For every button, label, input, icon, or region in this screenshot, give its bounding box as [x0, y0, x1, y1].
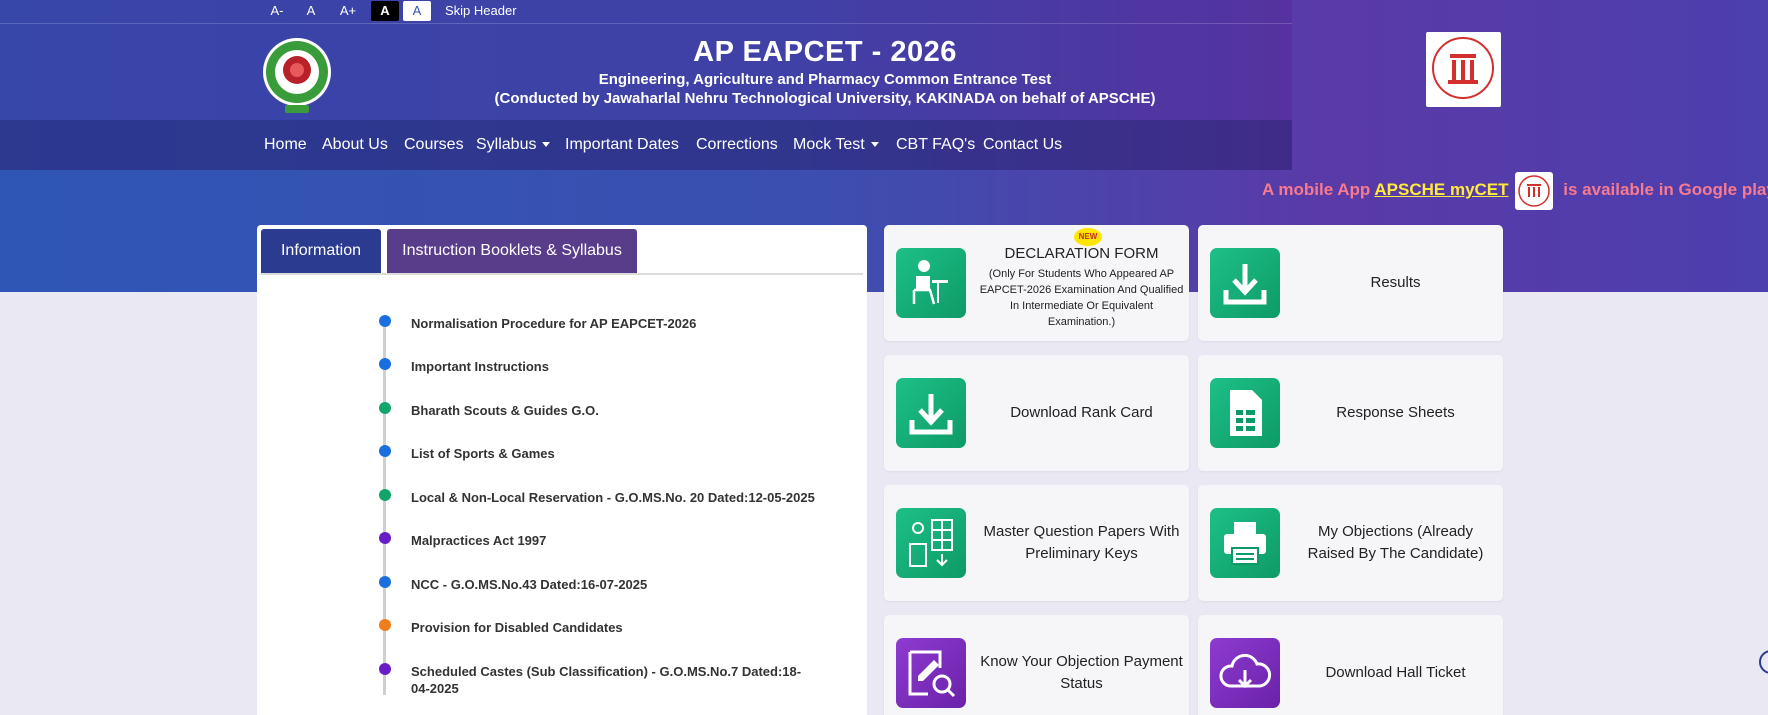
light-theme-button[interactable]: A [403, 1, 431, 21]
bullet-dot-icon [379, 663, 391, 675]
font-increase-button[interactable]: A+ [337, 1, 359, 21]
nav-corrections[interactable]: Corrections [696, 120, 778, 170]
nav-about-us[interactable]: About Us [322, 120, 388, 170]
hall-ticket-label: Download Hall Ticket [1325, 664, 1466, 681]
cloud-download-icon [1210, 638, 1280, 708]
spreadsheet-icon [1210, 378, 1280, 448]
nav-courses[interactable]: Courses [404, 120, 464, 170]
scroll-top-icon[interactable] [1759, 650, 1768, 674]
page-subtitle: Engineering, Agriculture and Pharmacy Co… [598, 71, 1052, 88]
my-objections-card[interactable]: My Objections (Already Raised By The Can… [1198, 485, 1503, 601]
bullet-dot-icon [379, 445, 391, 457]
list-item-label: Important Instructions [411, 359, 549, 374]
list-item-label: Normalisation Procedure for AP EAPCET-20… [411, 316, 697, 331]
student-desk-icon [896, 248, 966, 318]
tab-instruction-booklets[interactable]: Instruction Booklets & Syllabus [387, 229, 637, 273]
timeline-line [383, 320, 386, 695]
list-item-label: List of Sports & Games [411, 446, 555, 461]
download-icon [1210, 248, 1280, 318]
results-card[interactable]: Results [1198, 225, 1503, 341]
caret-down-icon [870, 142, 879, 148]
nav-mock-test[interactable]: Mock Test [793, 120, 879, 170]
list-item-label: Scheduled Castes (Sub Classification) - … [411, 664, 802, 696]
caret-down-icon [542, 142, 551, 148]
nav-syllabus-label: Syllabus [476, 136, 537, 153]
tab-divider [261, 273, 863, 275]
conducted-by-text: (Conducted by Jawaharlal Nehru Technolog… [494, 90, 1156, 107]
nav-cbt-faqs[interactable]: CBT FAQ's [896, 120, 975, 170]
page-title: AP EAPCET - 2026 [693, 36, 957, 68]
nav-home[interactable]: Home [264, 120, 307, 170]
font-normal-button[interactable]: A [304, 1, 318, 21]
bullet-dot-icon [379, 489, 391, 501]
rank-card-label: Download Rank Card [1010, 404, 1153, 421]
results-label: Results [1370, 274, 1421, 291]
response-sheets-card[interactable]: Response Sheets [1198, 355, 1503, 471]
marquee-suffix: is available in Google play s [1558, 180, 1768, 199]
apsche-logo-icon [1426, 32, 1501, 107]
main-navbar: Home About Us Courses Syllabus Important… [0, 120, 1292, 170]
font-decrease-button[interactable]: A- [268, 1, 286, 21]
announcement-marquee: A mobile App APSCHE myCET is available i… [1262, 170, 1768, 212]
declaration-form-card[interactable]: NEW DECLARATION FORM (Only For Students … [884, 225, 1189, 341]
information-panel: Information Instruction Booklets & Sylla… [257, 225, 867, 715]
answer-key-icon [896, 508, 966, 578]
bullet-dot-icon [379, 402, 391, 414]
apsche-mycet-link[interactable]: APSCHE myCET [1374, 180, 1508, 199]
site-header: AP EAPCET - 2026 Engineering, Agricultur… [0, 24, 1768, 120]
bullet-dot-icon [379, 358, 391, 370]
search-document-icon [896, 638, 966, 708]
objection-payment-status-card[interactable]: Know Your Objection Payment Status [884, 615, 1189, 715]
jntu-logo-icon [262, 32, 332, 118]
list-item-label: Bharath Scouts & Guides G.O. [411, 403, 599, 418]
declaration-form-label: DECLARATION FORM (Only For Students Who … [979, 233, 1184, 341]
nav-syllabus[interactable]: Syllabus [476, 120, 551, 170]
master-papers-label: Master Question Papers With Preliminary … [983, 523, 1180, 562]
bullet-dot-icon [379, 315, 391, 327]
list-item-label: Local & Non-Local Reservation - G.O.MS.N… [411, 490, 815, 505]
marquee-prefix: A mobile App [1262, 180, 1375, 199]
printer-icon [1210, 508, 1280, 578]
my-objections-label: My Objections (Already Raised By The Can… [1307, 523, 1484, 562]
header-title-block: AP EAPCET - 2026 Engineering, Agricultur… [450, 34, 1200, 108]
download-hall-ticket-card[interactable]: Download Hall Ticket [1198, 615, 1503, 715]
nav-important-dates[interactable]: Important Dates [565, 120, 679, 170]
list-item-label: NCC - G.O.MS.No.43 Dated:16-07-2025 [411, 577, 648, 592]
skip-header-link[interactable]: Skip Header [445, 1, 525, 21]
download-icon [896, 378, 966, 448]
nav-mock-test-label: Mock Test [793, 136, 865, 153]
accessibility-bar: A- A A+ A A Skip Header [0, 0, 1292, 24]
apsche-small-logo-icon [1514, 171, 1553, 210]
objection-status-label: Know Your Objection Payment Status [980, 653, 1183, 692]
bullet-dot-icon [379, 532, 391, 544]
bullet-dot-icon [379, 576, 391, 588]
download-rank-card[interactable]: Download Rank Card [884, 355, 1189, 471]
response-sheets-label: Response Sheets [1336, 404, 1455, 421]
list-item-label: Malpractices Act 1997 [411, 533, 547, 548]
bullet-dot-icon [379, 619, 391, 631]
list-item-label: Provision for Disabled Candidates [411, 620, 623, 635]
nav-contact-us[interactable]: Contact Us [983, 120, 1062, 170]
master-question-papers-card[interactable]: Master Question Papers With Preliminary … [884, 485, 1189, 601]
declaration-note: (Only For Students Who Appeared AP EAPCE… [979, 268, 1184, 328]
tab-information[interactable]: Information [261, 229, 381, 273]
dark-theme-button[interactable]: A [371, 1, 399, 21]
declaration-title: DECLARATION FORM [1004, 245, 1159, 262]
